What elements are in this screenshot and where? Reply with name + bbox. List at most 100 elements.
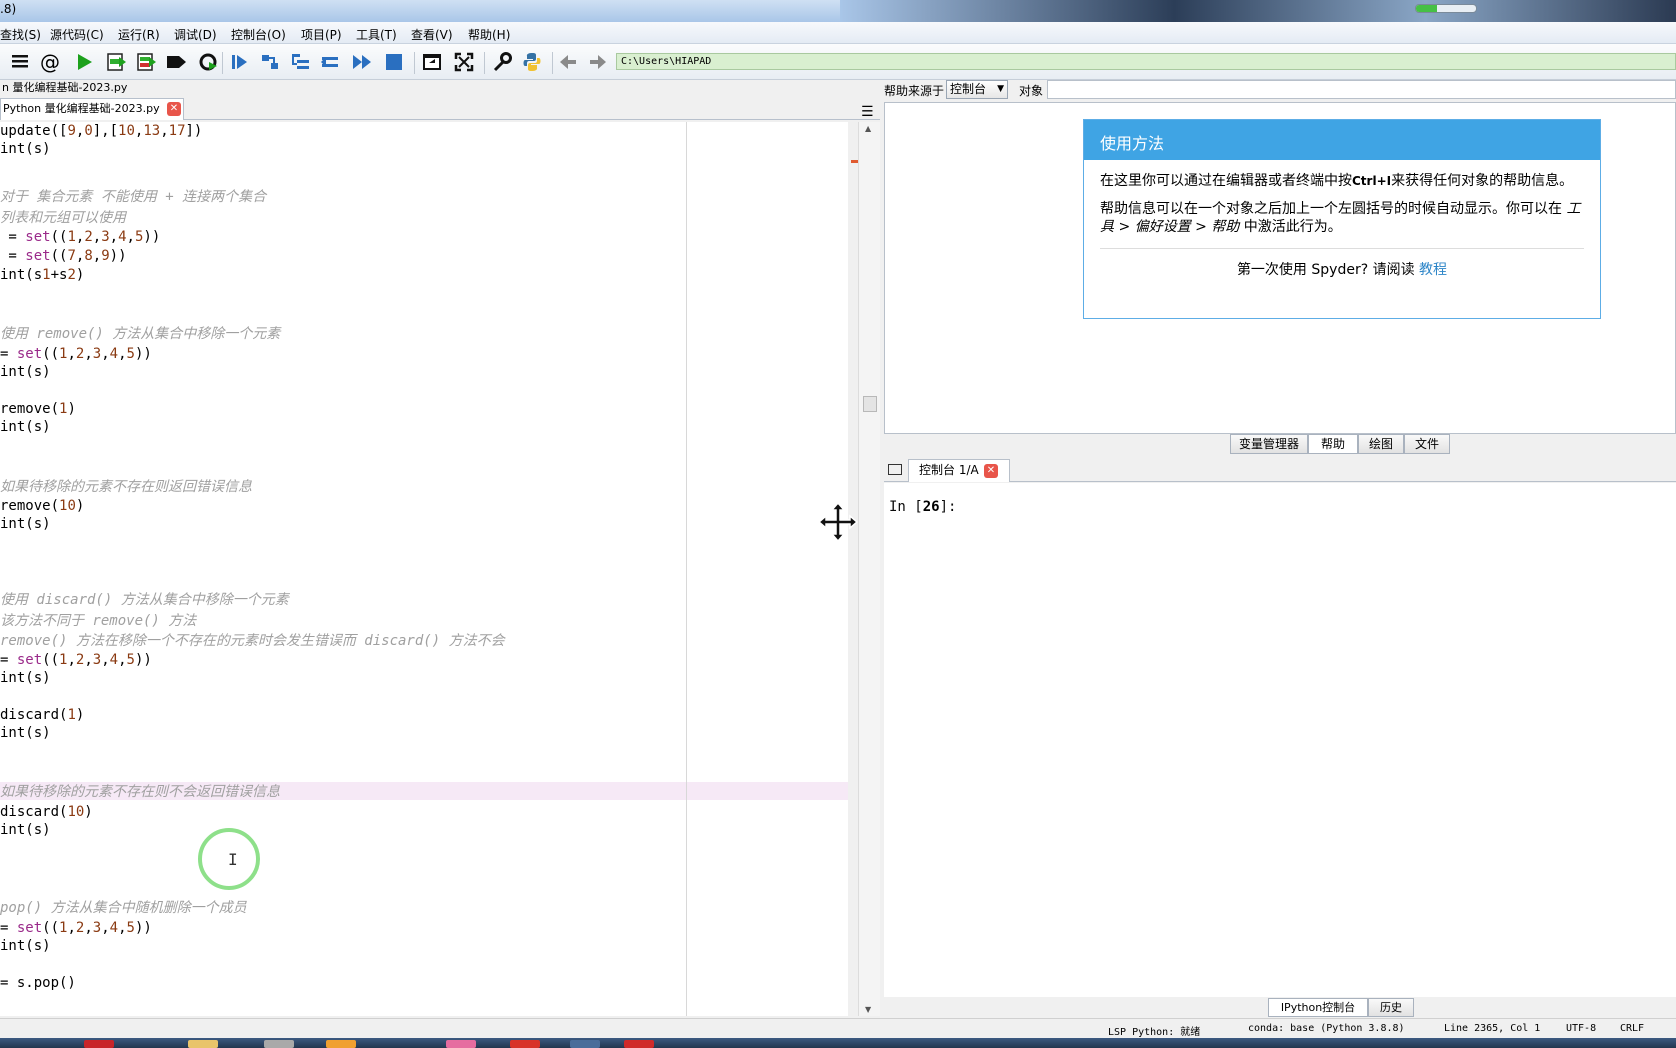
menu-run[interactable]: 运行(R) xyxy=(118,26,160,43)
taskbar-app[interactable] xyxy=(570,1040,600,1048)
console-tab-label: 控制台 1/A xyxy=(919,463,979,477)
close-console-icon[interactable]: ✕ xyxy=(984,464,998,478)
back-arrow-icon[interactable] xyxy=(556,50,580,74)
tab-plots[interactable]: 绘图 xyxy=(1358,434,1404,454)
tab-files[interactable]: 文件 xyxy=(1404,434,1450,454)
title-bar: .8) xyxy=(0,0,1676,22)
window-title: .8) xyxy=(0,2,17,16)
console-tab[interactable]: 控制台 1/A ✕ xyxy=(908,459,1010,482)
menu-view[interactable]: 查看(V) xyxy=(411,26,453,43)
menu-tools[interactable]: 工具(T) xyxy=(356,26,397,43)
code-comment-line: 对于 集合元素 不能使用 + 连接两个集合 xyxy=(0,189,267,205)
taskbar-app[interactable] xyxy=(264,1040,294,1048)
step-return-icon[interactable] xyxy=(318,50,342,74)
editor-tab-bar: Python 量化编程基础-2023.py ✕ xyxy=(0,98,880,120)
code-line: int(s) xyxy=(0,141,51,157)
options-menu-icon[interactable]: ☰ xyxy=(861,104,874,120)
rerun-icon[interactable] xyxy=(196,50,220,74)
tab-variable-explorer[interactable]: 变量管理器 xyxy=(1230,434,1308,454)
code-line: discard(1) xyxy=(0,707,85,723)
tutorial-prompt: 第一次使用 Spyder? 请阅读 教程 xyxy=(1236,262,1448,278)
code-line: remove(1) xyxy=(0,401,76,417)
preferences-icon[interactable] xyxy=(490,50,514,74)
scroll-up-icon[interactable]: ▲ xyxy=(865,124,871,133)
code-line: = set((1,2,3,4,5)) xyxy=(0,229,161,245)
code-line: = s.pop() xyxy=(0,975,76,991)
code-comment-line: pop() 方法从集合中随机删除一个成员 xyxy=(0,900,247,916)
folder-icon[interactable] xyxy=(888,464,902,475)
usage-card-title: 使用方法 xyxy=(1084,120,1600,160)
code-line: remove(10) xyxy=(0,498,85,514)
help-source-label: 帮助来源于 xyxy=(884,84,945,98)
python-path-icon[interactable] xyxy=(520,50,544,74)
code-line: = set((7,8,9)) xyxy=(0,248,127,264)
code-line: int(s) xyxy=(0,938,51,954)
run-icon[interactable] xyxy=(72,50,96,74)
usage-paragraph-1: 在这里你可以通过在编辑器或者终端中按Ctrl+I来获得任何对象的帮助信息。 xyxy=(1100,173,1574,189)
menu-console[interactable]: 控制台(O) xyxy=(231,26,286,43)
taskbar-app[interactable] xyxy=(446,1040,476,1048)
scroll-down-icon[interactable]: ▼ xyxy=(865,1005,871,1014)
code-line: = set((1,2,3,4,5)) xyxy=(0,346,152,362)
forward-arrow-icon[interactable] xyxy=(586,50,610,74)
run-cell-advance-icon[interactable] xyxy=(134,50,158,74)
lsp-status: LSP Python: 就绪 xyxy=(1108,1027,1201,1038)
encoding-status: UTF-8 xyxy=(1566,1023,1597,1034)
tab-ipython-console[interactable]: IPython控制台 xyxy=(1268,998,1368,1017)
taskbar-app[interactable] xyxy=(624,1040,654,1048)
progress-bar xyxy=(1415,4,1477,13)
run-cell-icon[interactable] xyxy=(104,50,128,74)
help-pane: 使用方法 在这里你可以通过在编辑器或者终端中按Ctrl+I来获得任何对象的帮助信… xyxy=(884,102,1676,434)
code-line: int(s) xyxy=(0,516,51,532)
tutorial-link[interactable]: 教程 xyxy=(1419,262,1447,278)
tab-help[interactable]: 帮助 xyxy=(1308,434,1358,454)
at-icon[interactable]: @ xyxy=(38,50,62,74)
object-input[interactable] xyxy=(1047,80,1676,99)
scrollbar-thumb[interactable] xyxy=(863,396,877,412)
code-comment-line: remove() 方法在移除一个不存在的元素时会发生错误而 discard() … xyxy=(0,633,505,649)
continue-icon[interactable] xyxy=(350,50,374,74)
step-icon[interactable] xyxy=(258,50,282,74)
taskbar-app[interactable] xyxy=(84,1040,114,1048)
eol-status: CRLF xyxy=(1620,1023,1645,1034)
tab-history[interactable]: 历史 xyxy=(1368,998,1414,1017)
code-line: int(s) xyxy=(0,670,51,686)
code-comment-line: 使用 discard() 方法从集合中移除一个元素 xyxy=(0,592,289,608)
fullscreen-icon[interactable] xyxy=(452,50,476,74)
code-line: int(s) xyxy=(0,725,51,741)
editor-tab-label: Python 量化编程基础-2023.py xyxy=(3,102,160,115)
ipython-console[interactable]: In [26]: xyxy=(884,483,1676,997)
step-into-icon[interactable] xyxy=(288,50,312,74)
close-tab-icon[interactable]: ✕ xyxy=(167,102,181,116)
code-comment-line: 如果待移除的元素不存在则不会返回错误信息 xyxy=(0,784,280,800)
maximize-pane-icon[interactable] xyxy=(420,50,444,74)
code-comment-line: 如果待移除的元素不存在则返回错误信息 xyxy=(0,479,252,495)
taskbar-app[interactable] xyxy=(326,1040,356,1048)
help-toolbar: 帮助来源于 控制台 ▼ 对象 xyxy=(884,80,1676,100)
taskbar-app[interactable] xyxy=(510,1040,540,1048)
menu-project[interactable]: 项目(P) xyxy=(301,26,342,43)
code-line: = set((1,2,3,4,5)) xyxy=(0,920,152,936)
chevron-down-icon: ▼ xyxy=(997,84,1004,94)
stop-icon[interactable] xyxy=(382,50,406,74)
run-selection-icon[interactable] xyxy=(164,50,188,74)
help-source-select[interactable]: 控制台 ▼ xyxy=(946,80,1008,99)
code-line: int(s) xyxy=(0,822,51,838)
usage-card: 使用方法 在这里你可以通过在编辑器或者终端中按Ctrl+I来获得任何对象的帮助信… xyxy=(1083,119,1601,319)
edge-line xyxy=(686,122,687,1016)
menu-help[interactable]: 帮助(H) xyxy=(468,26,510,43)
taskbar-app[interactable] xyxy=(188,1040,218,1048)
working-directory-input[interactable]: C:\Users\HIAPAD xyxy=(616,53,1676,70)
editor-scrollbar[interactable]: ▲ ▼ xyxy=(858,122,880,1016)
console-prompt: In [26]: xyxy=(889,499,957,515)
code-editor[interactable]: update([9,0],[10,13,17]) int(s) 对于 集合元素 不能… xyxy=(0,122,848,1016)
debug-icon[interactable] xyxy=(228,50,252,74)
menu-debug[interactable]: 调试(D) xyxy=(174,26,217,43)
menu-search[interactable]: 查找(S) xyxy=(0,26,41,43)
list-icon[interactable] xyxy=(8,50,32,74)
code-line: int(s1+s2) xyxy=(0,267,85,283)
status-bar: LSP Python: 就绪 conda: base (Python 3.8.8… xyxy=(0,1018,1676,1038)
menu-source[interactable]: 源代码(C) xyxy=(50,26,104,43)
editor-tab[interactable]: Python 量化编程基础-2023.py ✕ xyxy=(0,98,184,120)
taskbar xyxy=(0,1038,1676,1048)
